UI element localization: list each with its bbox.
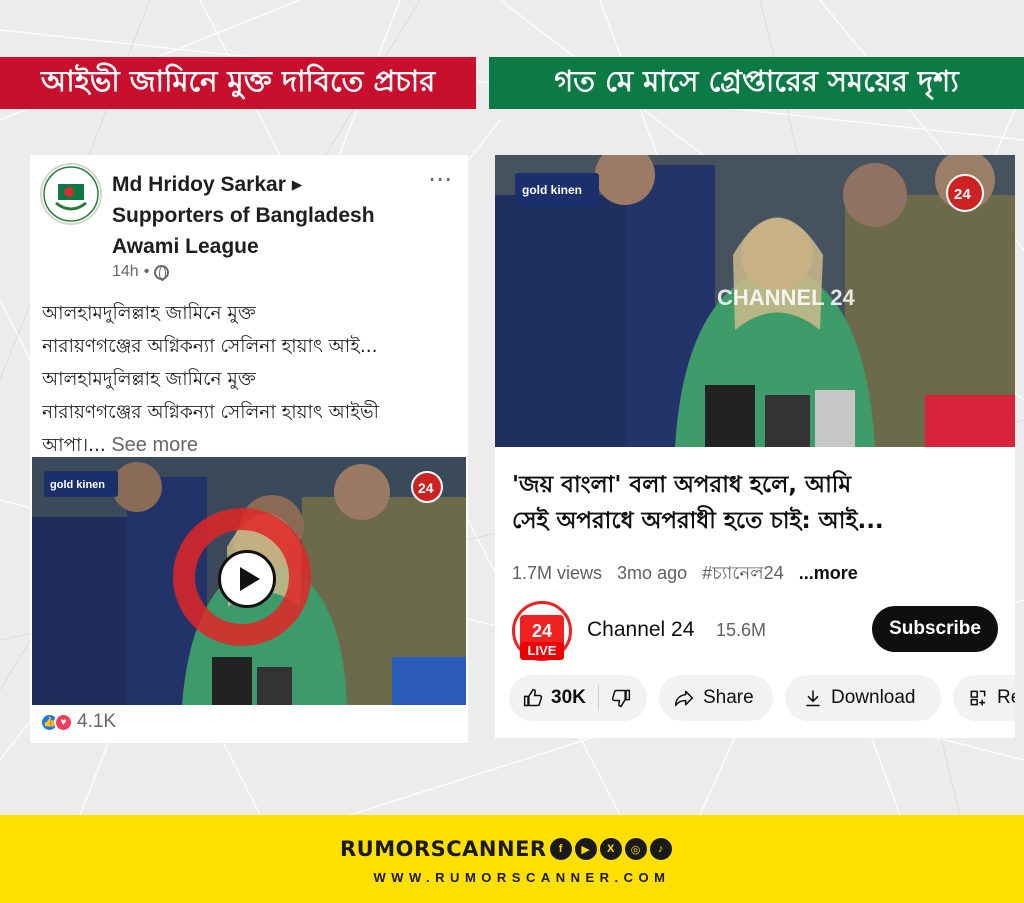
thumbs-up-icon [523, 688, 543, 707]
youtube-channel-badge: 24 [954, 186, 971, 203]
remix-label: Re [997, 687, 1015, 708]
channel-name[interactable]: Channel 24 [587, 618, 694, 642]
post-author[interactable]: Md Hridoy Sarkar ▸ Supporters of Banglad… [112, 169, 412, 262]
post-text-last: আপা।... [42, 435, 106, 456]
youtube-video-card: gold kinen CHANNEL 24 24 'জয় বাংলা' বলা… [495, 155, 1015, 738]
youtube-icon[interactable]: ▶ [574, 838, 597, 860]
post-text-line: আলহামদুলিল্লাহ জামিনে মুক্ত [42, 303, 256, 324]
x-icon[interactable]: X [599, 838, 622, 860]
awami-league-logo [43, 166, 99, 222]
live-badge: LIVE [520, 642, 564, 660]
more-link[interactable]: ...more [799, 563, 858, 583]
headline-left-text: আইভী জামিনে মুক্ত দাবিতে প্রচার [40, 63, 436, 98]
author-line-3: Awami League [112, 235, 259, 258]
footer-brand: RUMORSCANNER f ▶ X ◎ ♪ [340, 837, 672, 861]
tiktok-icon[interactable]: ♪ [649, 838, 672, 860]
video-title-line-1: 'জয় বাংলা' বলা অপরাধ হলে, আমি [512, 472, 852, 498]
brand-name: RUMORSCANNER [340, 837, 547, 861]
share-label: Share [703, 687, 754, 708]
post-text-line: নারায়ণগঞ্জের অগ্নিকন্যা সেলিনা হায়াৎ আ… [42, 402, 379, 423]
headline-banner-right: গত মে মাসে গ্রেপ্তারের সময়ের দৃশ্য [489, 57, 1024, 109]
globe-icon [154, 264, 170, 281]
download-button[interactable]: Download [785, 675, 941, 721]
remix-button[interactable]: Re [953, 675, 1015, 721]
subscriber-count: 15.6M [716, 620, 767, 640]
social-icons: f ▶ X ◎ ♪ [549, 838, 672, 860]
group-avatar[interactable] [40, 163, 102, 225]
like-button[interactable]: 30K [523, 687, 586, 709]
post-video[interactable]: gold kinen 24 [32, 457, 466, 705]
footer-url[interactable]: WWW.RUMORSCANNER.COM [340, 870, 704, 885]
post-text-line: নারায়ণগঞ্জের অগ্নিকন্যা সেলিনা হায়াৎ আ… [42, 336, 378, 357]
post-time[interactable]: 14h [112, 263, 139, 281]
share-icon [674, 690, 694, 707]
headline-right-text: গত মে মাসে গ্রেপ্তারের সময়ের দৃশ্য [554, 63, 959, 98]
footer-bar: RUMORSCANNER f ▶ X ◎ ♪ WWW.RUMORSCANNER.… [0, 815, 1024, 903]
see-more-link[interactable]: See more [106, 434, 198, 456]
author-line-2: Supporters of Bangladesh [112, 204, 375, 227]
channel-badge: 24 [418, 480, 434, 496]
instagram-icon[interactable]: ◎ [624, 838, 647, 860]
download-icon [806, 690, 820, 707]
reactions-count: 4.1K [77, 711, 117, 732]
hashtag-link[interactable]: #চ্যানেল24 [702, 563, 784, 583]
like-dislike-group: 30K [509, 675, 647, 721]
video-meta: 1.7M views 3mo ago #চ্যানেল24 ...more [512, 559, 868, 590]
more-options-icon[interactable]: ⋯ [428, 165, 453, 194]
view-count: 1.7M views [512, 563, 603, 583]
youtube-video-player[interactable]: gold kinen CHANNEL 24 24 [495, 155, 1015, 447]
post-body: আলহামদুলিল্লাহ জামিনে মুক্ত নারায়ণগঞ্জে… [42, 297, 462, 462]
upload-age: 3mo ago [617, 563, 688, 583]
author-line-1: Md Hridoy Sarkar ▸ [112, 173, 303, 196]
youtube-watermark: gold kinen [522, 183, 582, 197]
video-title[interactable]: 'জয় বাংলা' বলা অপরাধ হলে, আমি সেই অপরাধ… [512, 467, 1002, 539]
share-button[interactable]: Share [659, 675, 773, 721]
like-count: 30K [551, 687, 586, 708]
video-title-line-2: সেই অপরাধে অপরাধী হতে চাই: আই... [512, 508, 884, 534]
download-label: Download [831, 687, 916, 708]
headline-banner-left: আইভী জামিনে মুক্ত দাবিতে প্রচার [0, 57, 476, 109]
post-text-line: আলহামদুলিল্লাহ জামিনে মুক্ত [42, 369, 256, 390]
post-meta: 14h • [112, 263, 170, 281]
video-watermark: gold kinen [50, 479, 105, 491]
facebook-icon[interactable]: f [549, 838, 572, 860]
play-icon[interactable] [218, 550, 276, 608]
reactions-bar[interactable]: 👍 ♥ 4.1K [40, 711, 116, 733]
facebook-post-card: Md Hridoy Sarkar ▸ Supporters of Banglad… [30, 155, 468, 743]
video-overlay-text: CHANNEL 24 [717, 285, 856, 310]
remix-icon [970, 690, 986, 706]
love-reaction-icon: ♥ [54, 712, 73, 732]
youtube-video-thumbnail: gold kinen CHANNEL 24 24 [495, 155, 1015, 447]
meta-separator: • [143, 263, 150, 280]
like-divider [597, 685, 599, 711]
subscribe-button[interactable]: Subscribe [872, 606, 998, 652]
thumbs-down-icon[interactable] [611, 688, 631, 708]
